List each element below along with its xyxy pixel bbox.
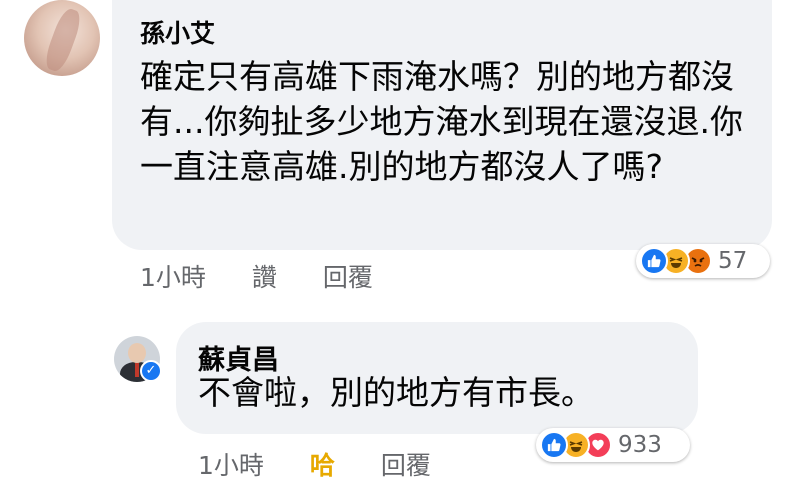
- like-icon: [640, 247, 668, 275]
- comment-text: 確定只有高雄下雨淹水嗎？別的地方都沒有...你夠扯多少地方淹水到現在還沒退.你一…: [140, 57, 743, 186]
- reply-text: 不會啦，別的地方有市長。: [198, 373, 594, 412]
- comment-author-name[interactable]: 孫小艾: [140, 14, 215, 50]
- comment-timestamp[interactable]: 1小時: [140, 258, 206, 294]
- reply-timestamp[interactable]: 1小時: [198, 446, 264, 482]
- verified-badge-icon: ✓: [140, 360, 162, 382]
- comment-actions: 1小時 讚 回覆: [140, 258, 411, 294]
- comment-reaction-count: 57: [718, 248, 748, 274]
- commenter-avatar[interactable]: [24, 0, 100, 76]
- like-icon: [540, 431, 568, 459]
- reply-reaction-button[interactable]: 哈: [310, 446, 335, 482]
- comment-like-button[interactable]: 讚: [252, 258, 277, 294]
- comment-reactions[interactable]: 57: [636, 244, 770, 278]
- reply-actions: 1小時 哈 回覆: [198, 446, 469, 482]
- reply-reply-button[interactable]: 回覆: [381, 446, 431, 482]
- reply-reaction-count: 933: [618, 432, 662, 458]
- comment-reply-button[interactable]: 回覆: [323, 258, 373, 294]
- reply-reactions[interactable]: 933: [536, 428, 690, 462]
